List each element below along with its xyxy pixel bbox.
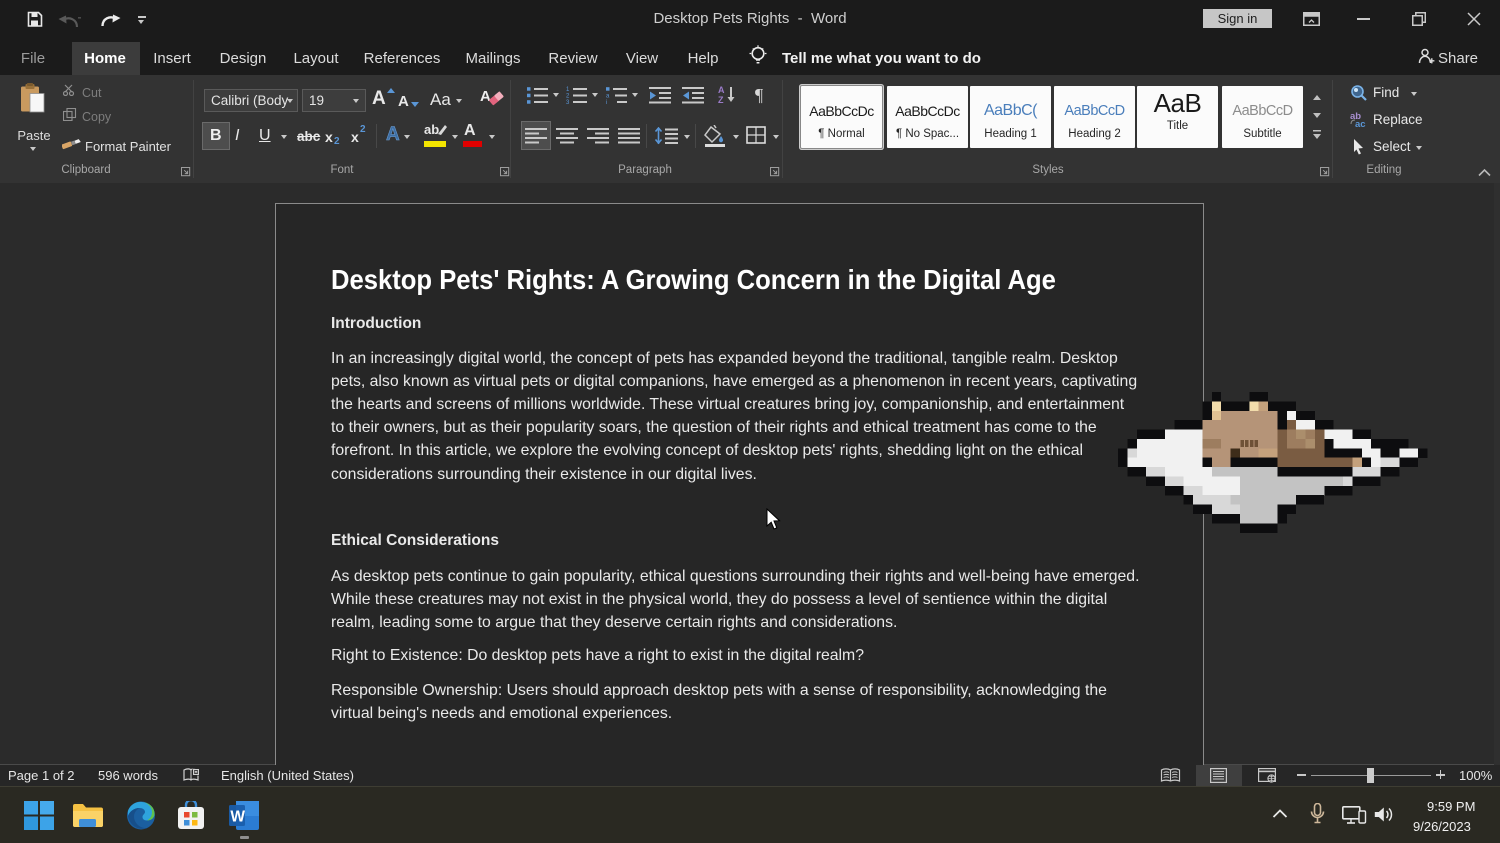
svg-text:Z: Z	[718, 95, 724, 104]
svg-text:a: a	[606, 94, 610, 100]
svg-text:i: i	[606, 100, 607, 104]
svg-text:ac: ac	[1355, 119, 1366, 128]
svg-text:3: 3	[566, 100, 570, 104]
svg-text:¶: ¶	[755, 85, 763, 104]
svg-text:A: A	[480, 88, 491, 105]
svg-text:1: 1	[566, 87, 570, 93]
svg-text:2: 2	[566, 94, 570, 100]
svg-text:W: W	[230, 809, 245, 826]
svg-text:A: A	[718, 85, 725, 95]
